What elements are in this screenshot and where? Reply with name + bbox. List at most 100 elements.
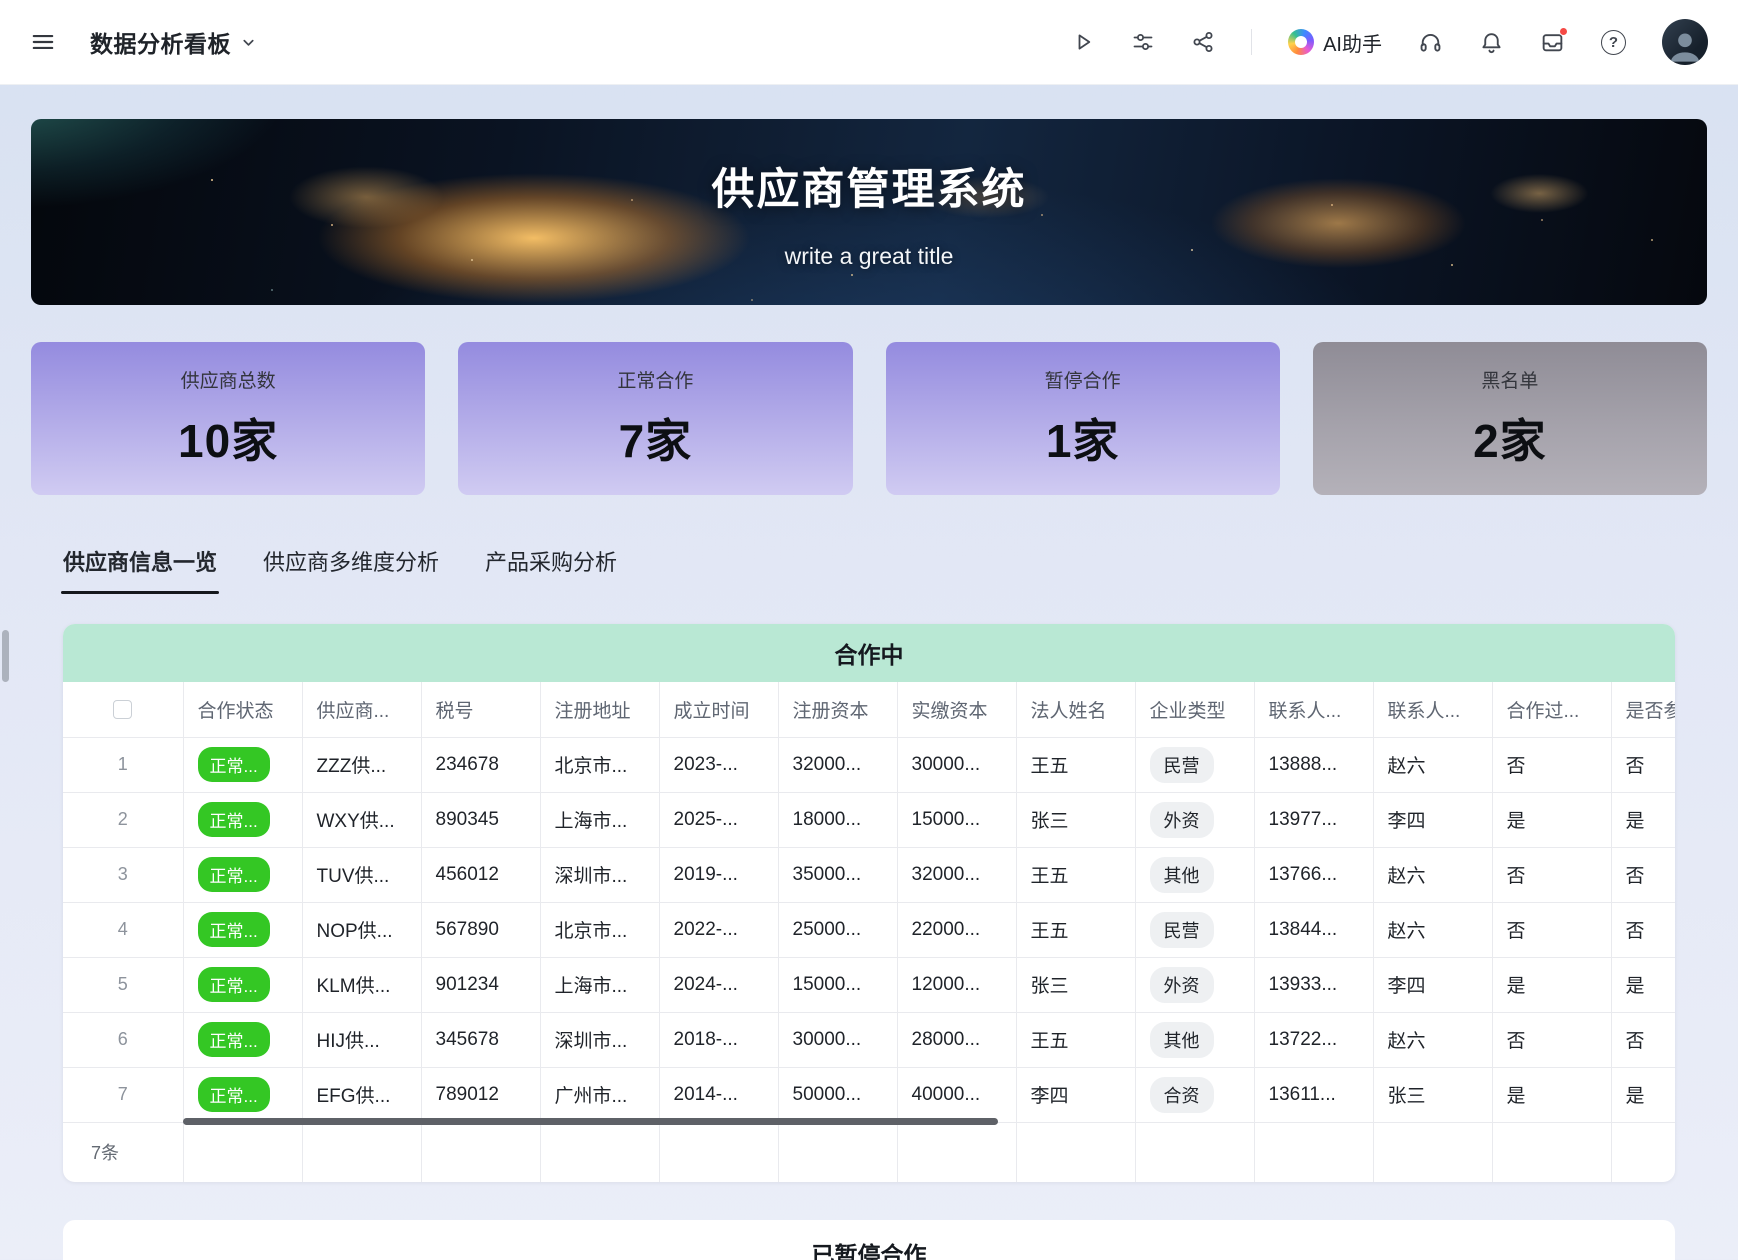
page-scrollbar[interactable] xyxy=(2,630,9,682)
cell-tax-id[interactable]: 901234 xyxy=(421,957,540,1012)
cell-tax-id[interactable]: 345678 xyxy=(421,1012,540,1067)
cell-paid-capital[interactable]: 40000... xyxy=(897,1067,1016,1122)
column-header[interactable]: 税号 xyxy=(421,682,540,737)
cell-founded-date[interactable]: 2014-... xyxy=(659,1067,778,1122)
cell-paid-capital[interactable]: 15000... xyxy=(897,792,1016,847)
column-header[interactable]: 是否参 xyxy=(1611,682,1675,737)
cell-participated[interactable]: 否 xyxy=(1611,902,1675,957)
cell-tax-id[interactable]: 789012 xyxy=(421,1067,540,1122)
row-index[interactable]: 2 xyxy=(63,792,183,847)
cell-legal-name[interactable]: 张三 xyxy=(1016,957,1135,1012)
cell-address[interactable]: 北京市... xyxy=(540,737,659,792)
cell-legal-name[interactable]: 王五 xyxy=(1016,847,1135,902)
cell-participated[interactable]: 是 xyxy=(1611,1067,1675,1122)
cell-participated[interactable]: 否 xyxy=(1611,1012,1675,1067)
row-index[interactable]: 4 xyxy=(63,902,183,957)
chevron-down-icon[interactable] xyxy=(241,35,256,50)
cell-participated[interactable]: 否 xyxy=(1611,737,1675,792)
cell-paid-capital[interactable]: 12000... xyxy=(897,957,1016,1012)
cell-contact-name[interactable]: 赵六 xyxy=(1373,1012,1492,1067)
column-header[interactable]: 注册地址 xyxy=(540,682,659,737)
tab[interactable]: 供应商信息一览 xyxy=(63,545,217,594)
cell-participated[interactable]: 是 xyxy=(1611,957,1675,1012)
row-index[interactable]: 7 xyxy=(63,1067,183,1122)
column-header[interactable]: 注册资本 xyxy=(778,682,897,737)
cell-founded-date[interactable]: 2024-... xyxy=(659,957,778,1012)
column-header[interactable]: 企业类型 xyxy=(1135,682,1254,737)
cell-company-type[interactable]: 民营 xyxy=(1135,902,1254,957)
cell-supplier-name[interactable]: NOP供... xyxy=(302,902,421,957)
cell-founded-date[interactable]: 2018-... xyxy=(659,1012,778,1067)
column-header[interactable]: 合作状态 xyxy=(183,682,302,737)
cell-supplier-name[interactable]: ZZZ供... xyxy=(302,737,421,792)
column-header[interactable]: 联系人... xyxy=(1254,682,1373,737)
help-icon[interactable]: ? xyxy=(1601,30,1626,55)
cell-paid-capital[interactable]: 32000... xyxy=(897,847,1016,902)
cell-founded-date[interactable]: 2022-... xyxy=(659,902,778,957)
cell-contact-name[interactable]: 李四 xyxy=(1373,792,1492,847)
cell-address[interactable]: 上海市... xyxy=(540,957,659,1012)
stat-card[interactable]: 供应商总数 10家 xyxy=(31,342,425,495)
cell-address[interactable]: 深圳市... xyxy=(540,1012,659,1067)
cell-company-type[interactable]: 其他 xyxy=(1135,847,1254,902)
cell-contact-name[interactable]: 赵六 xyxy=(1373,737,1492,792)
row-index[interactable]: 3 xyxy=(63,847,183,902)
cell-company-type[interactable]: 其他 xyxy=(1135,1012,1254,1067)
cell-supplier-name[interactable]: WXY供... xyxy=(302,792,421,847)
cell-legal-name[interactable]: 王五 xyxy=(1016,737,1135,792)
inbox-icon[interactable] xyxy=(1540,30,1565,55)
cell-cooperated[interactable]: 否 xyxy=(1492,847,1611,902)
cell-status[interactable]: 正常... xyxy=(183,737,302,792)
ai-assistant-button[interactable]: AI助手 xyxy=(1288,28,1382,57)
cell-contact-phone[interactable]: 13766... xyxy=(1254,847,1373,902)
cell-legal-name[interactable]: 张三 xyxy=(1016,792,1135,847)
stat-card[interactable]: 正常合作 7家 xyxy=(458,342,852,495)
cell-participated[interactable]: 是 xyxy=(1611,792,1675,847)
cell-contact-phone[interactable]: 13844... xyxy=(1254,902,1373,957)
cell-status[interactable]: 正常... xyxy=(183,1012,302,1067)
cell-contact-phone[interactable]: 13611... xyxy=(1254,1067,1373,1122)
hero-banner[interactable]: 供应商管理系统 write a great title xyxy=(31,119,1707,305)
cell-company-type[interactable]: 外资 xyxy=(1135,957,1254,1012)
cell-status[interactable]: 正常... xyxy=(183,847,302,902)
cell-cooperated[interactable]: 否 xyxy=(1492,737,1611,792)
cell-cooperated[interactable]: 是 xyxy=(1492,957,1611,1012)
cell-status[interactable]: 正常... xyxy=(183,957,302,1012)
cell-cooperated[interactable]: 否 xyxy=(1492,1012,1611,1067)
share-icon[interactable] xyxy=(1191,30,1215,54)
horizontal-scrollbar[interactable] xyxy=(183,1118,998,1125)
cell-participated[interactable]: 否 xyxy=(1611,847,1675,902)
stat-card[interactable]: 暂停合作 1家 xyxy=(886,342,1280,495)
cell-legal-name[interactable]: 王五 xyxy=(1016,902,1135,957)
column-header[interactable]: 供应商... xyxy=(302,682,421,737)
cell-company-type[interactable]: 外资 xyxy=(1135,792,1254,847)
cell-contact-name[interactable]: 赵六 xyxy=(1373,902,1492,957)
cell-contact-name[interactable]: 李四 xyxy=(1373,957,1492,1012)
cell-status[interactable]: 正常... xyxy=(183,1067,302,1122)
tab[interactable]: 产品采购分析 xyxy=(485,545,617,594)
column-header[interactable]: 成立时间 xyxy=(659,682,778,737)
cell-supplier-name[interactable]: EFG供... xyxy=(302,1067,421,1122)
cell-registered-capital[interactable]: 18000... xyxy=(778,792,897,847)
row-index[interactable]: 5 xyxy=(63,957,183,1012)
stat-card[interactable]: 黑名单 2家 xyxy=(1313,342,1707,495)
sliders-icon[interactable] xyxy=(1131,30,1155,54)
cell-registered-capital[interactable]: 35000... xyxy=(778,847,897,902)
cell-company-type[interactable]: 合资 xyxy=(1135,1067,1254,1122)
cell-paid-capital[interactable]: 30000... xyxy=(897,737,1016,792)
cell-paid-capital[interactable]: 28000... xyxy=(897,1012,1016,1067)
headset-icon[interactable] xyxy=(1418,30,1443,55)
cell-legal-name[interactable]: 王五 xyxy=(1016,1012,1135,1067)
cell-cooperated[interactable]: 是 xyxy=(1492,792,1611,847)
cell-address[interactable]: 广州市... xyxy=(540,1067,659,1122)
bell-icon[interactable] xyxy=(1479,30,1504,55)
page-title[interactable]: 数据分析看板 xyxy=(90,25,231,59)
cell-tax-id[interactable]: 567890 xyxy=(421,902,540,957)
cell-cooperated[interactable]: 是 xyxy=(1492,1067,1611,1122)
cell-supplier-name[interactable]: KLM供... xyxy=(302,957,421,1012)
column-header[interactable]: 法人姓名 xyxy=(1016,682,1135,737)
row-index[interactable]: 1 xyxy=(63,737,183,792)
cell-supplier-name[interactable]: TUV供... xyxy=(302,847,421,902)
column-header[interactable]: 联系人... xyxy=(1373,682,1492,737)
cell-contact-name[interactable]: 张三 xyxy=(1373,1067,1492,1122)
